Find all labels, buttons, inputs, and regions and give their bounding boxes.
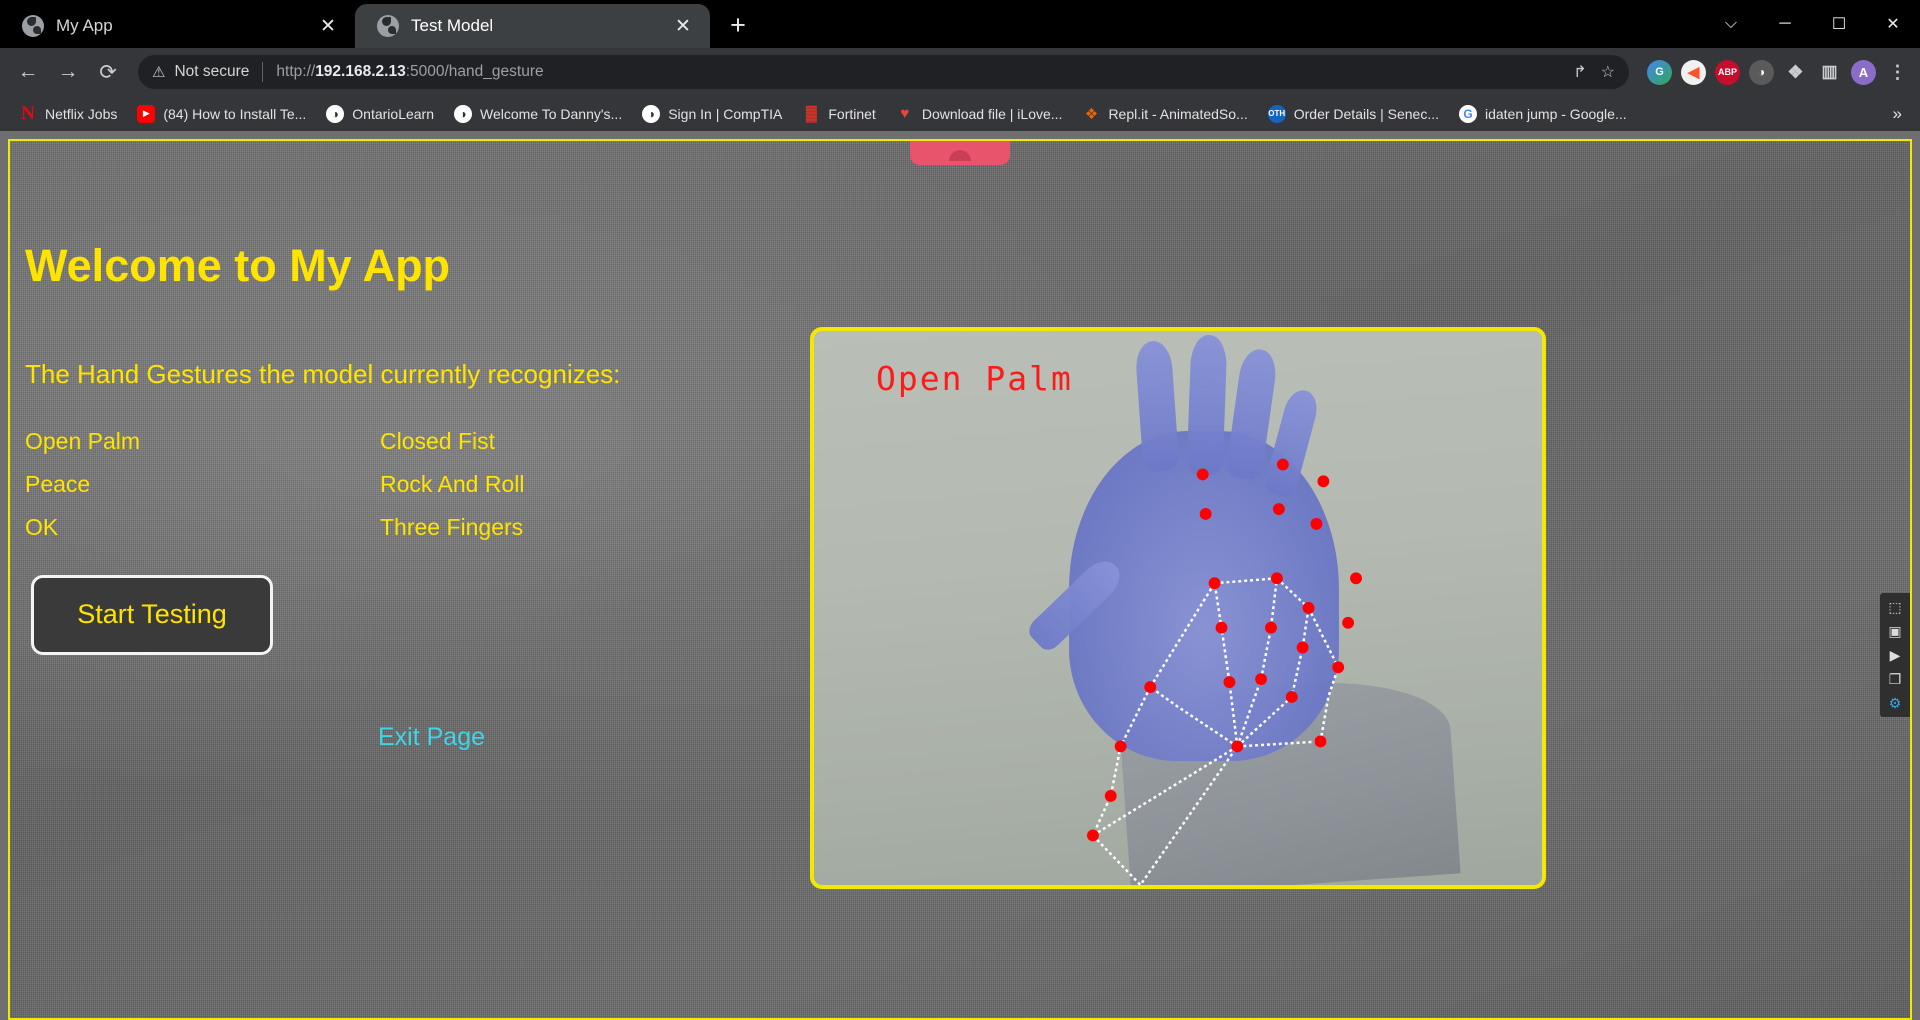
new-tab-button[interactable]: + — [718, 5, 758, 45]
divider — [262, 62, 264, 82]
url-text: http://192.168.2.13:5000/hand_gesture — [276, 63, 543, 81]
page-viewport: Welcome to My App The Hand Gestures the … — [0, 131, 1920, 1020]
list-item: Closed Fist — [380, 427, 496, 454]
prediction-label: Open Palm — [876, 359, 1073, 398]
extensions-puzzle-icon[interactable]: ❖ — [1783, 60, 1808, 85]
list-item: Open Palm — [25, 427, 141, 454]
list-item: Peace — [25, 470, 91, 497]
bookmark-label: Repl.it - AnimatedSo... — [1108, 105, 1248, 122]
bookmark-label: idaten jump - Google... — [1484, 105, 1627, 122]
window-controls: ⌵ ─ ☐ ✕ — [1704, 0, 1920, 48]
notification-pill — [910, 141, 1010, 165]
bookmark-netflix-jobs[interactable]: N Netflix Jobs — [10, 101, 126, 127]
chrome-menu-icon[interactable]: ⋮ — [1885, 60, 1910, 85]
bookmark-label: Netflix Jobs — [45, 105, 118, 122]
brave-extension-icon[interactable]: ◀ — [1681, 59, 1706, 85]
gesture-list: Open Palm Closed Fist Peace Rock And Rol… — [25, 428, 665, 541]
bookmark-label: (84) How to Install Te... — [163, 105, 307, 122]
close-icon[interactable]: ✕ — [315, 13, 341, 39]
hand-landmark-overlay — [1086, 458, 1362, 885]
url-host: 192.168.2.13 — [315, 63, 406, 80]
profile-avatar[interactable]: A — [1851, 59, 1876, 85]
bookmark-label: Welcome To Danny's... — [480, 105, 623, 122]
exit-page-link[interactable]: Exit Page — [378, 723, 485, 752]
gear-icon[interactable]: ⚙ — [1882, 692, 1908, 714]
mask-extension-icon[interactable]: ◑ — [1749, 59, 1774, 85]
bookmark-label: Download file | iLove... — [921, 105, 1063, 122]
globe-icon — [22, 15, 44, 37]
bookmark-how-to-install[interactable]: ▶ (84) How to Install Te... — [128, 101, 315, 127]
minimize-icon[interactable]: ─ — [1758, 0, 1812, 48]
tab-my-app[interactable]: My App ✕ — [0, 4, 355, 48]
heart-icon: ♥ — [900, 105, 910, 122]
notification-arc-icon — [949, 149, 971, 161]
back-icon[interactable]: ← — [10, 54, 46, 90]
tab-test-model[interactable]: Test Model ✕ — [355, 4, 710, 48]
bookmark-sign-in-comptia[interactable]: ◑ Sign In | CompTIA — [633, 101, 791, 127]
tab-title: Test Model — [411, 16, 494, 35]
bookmark-star-icon[interactable]: ☆ — [1601, 62, 1615, 82]
page-title: Welcome to My App — [25, 240, 451, 291]
window-copy-icon[interactable]: ❐ — [1882, 668, 1908, 690]
hand-gesture-page: Welcome to My App The Hand Gestures the … — [8, 139, 1912, 1020]
bookmark-label: Fortinet — [828, 105, 876, 122]
bookmark-label: Order Details | Senec... — [1293, 105, 1439, 122]
bookmark-welcome-to-dannys[interactable]: ◑ Welcome To Danny's... — [445, 101, 631, 127]
url-path: :5000/hand_gesture — [405, 63, 544, 80]
close-window-icon[interactable]: ✕ — [1866, 0, 1920, 48]
omnibox-actions: ↱ ☆ — [1573, 62, 1615, 82]
globe-icon — [377, 15, 399, 37]
maximize-icon[interactable]: ☐ — [1812, 0, 1866, 48]
list-item: OK — [25, 513, 59, 540]
bookmark-order-details-senec[interactable]: OTH Order Details | Senec... — [1259, 101, 1448, 127]
youtube-icon: ▶ — [137, 104, 156, 123]
globe-icon: ◑ — [326, 104, 345, 123]
tab-title: My App — [56, 16, 113, 35]
bookmark-label: Sign In | CompTIA — [668, 105, 783, 122]
extension-icons: G ◀ ABP ◑ ❖ ▥ A ⋮ — [1647, 59, 1910, 85]
list-item: Rock And Roll — [380, 470, 525, 497]
screenshot-icon[interactable]: ⬚ — [1882, 596, 1908, 618]
netflix-icon: N — [21, 102, 35, 124]
bookmark-idaten-jump-google[interactable]: G idaten jump - Google... — [1450, 101, 1636, 127]
share-icon[interactable]: ↱ — [1573, 62, 1586, 82]
video-icon[interactable]: ▶ — [1882, 644, 1908, 666]
start-testing-button[interactable]: Start Testing — [31, 574, 273, 655]
not-secure-warning-icon: ⚠ — [152, 63, 166, 81]
tab-search-icon[interactable]: ⌵ — [1704, 0, 1758, 48]
forward-icon[interactable]: → — [50, 54, 86, 90]
fortinet-icon: ▓ — [805, 105, 817, 122]
security-status-text[interactable]: Not secure — [174, 63, 249, 81]
grammarly-extension-icon[interactable]: G — [1647, 59, 1672, 85]
bookmark-replit-animatedso[interactable]: ❖ Repl.it - AnimatedSo... — [1073, 101, 1256, 127]
bookmarks-bar: N Netflix Jobs ▶ (84) How to Install Te.… — [0, 96, 1920, 131]
intro-column: Welcome to My App The Hand Gestures the … — [25, 241, 805, 752]
gestures-subtitle: The Hand Gestures the model currently re… — [25, 358, 621, 389]
capture-toolbar: ⬚ ▣ ▶ ❐ ⚙ — [1880, 593, 1910, 717]
bookmark-label: OntarioLearn — [352, 105, 434, 122]
camera-icon[interactable]: ▣ — [1882, 620, 1908, 642]
bookmark-download-file-ilove[interactable]: ♥ Download file | iLove... — [887, 101, 1072, 127]
bookmark-ontariolearn[interactable]: ◑ OntarioLearn — [317, 101, 443, 127]
reload-icon[interactable]: ⟳ — [90, 54, 126, 90]
othello-icon: OTH — [1267, 104, 1286, 123]
list-item: Three Fingers — [380, 513, 524, 540]
url-scheme: http:// — [276, 63, 316, 80]
tab-strip: My App ✕ Test Model ✕ + ⌵ ─ ☐ ✕ — [0, 0, 1920, 48]
browser-toolbar: ← → ⟳ ⚠ Not secure http://192.168.2.13:5… — [0, 48, 1920, 96]
google-icon: G — [1458, 104, 1477, 123]
bookmark-fortinet[interactable]: ▓ Fortinet — [793, 101, 884, 127]
landmark-connections — [1091, 577, 1340, 885]
replit-icon: ❖ — [1084, 105, 1099, 123]
browser-window: My App ✕ Test Model ✕ + ⌵ ─ ☐ ✕ ← → ⟳ ⚠ … — [0, 0, 1920, 1020]
bookmarks-overflow-icon[interactable]: » — [1885, 104, 1910, 124]
webcam-video-panel[interactable]: Open Palm — [810, 327, 1546, 889]
address-bar[interactable]: ⚠ Not secure http://192.168.2.13:5000/ha… — [138, 55, 1629, 89]
adblock-plus-extension-icon[interactable]: ABP — [1715, 59, 1740, 85]
globe-icon: ◑ — [642, 104, 661, 123]
side-panel-icon[interactable]: ▥ — [1817, 60, 1842, 85]
close-icon[interactable]: ✕ — [670, 13, 696, 39]
globe-icon: ◑ — [454, 104, 472, 123]
